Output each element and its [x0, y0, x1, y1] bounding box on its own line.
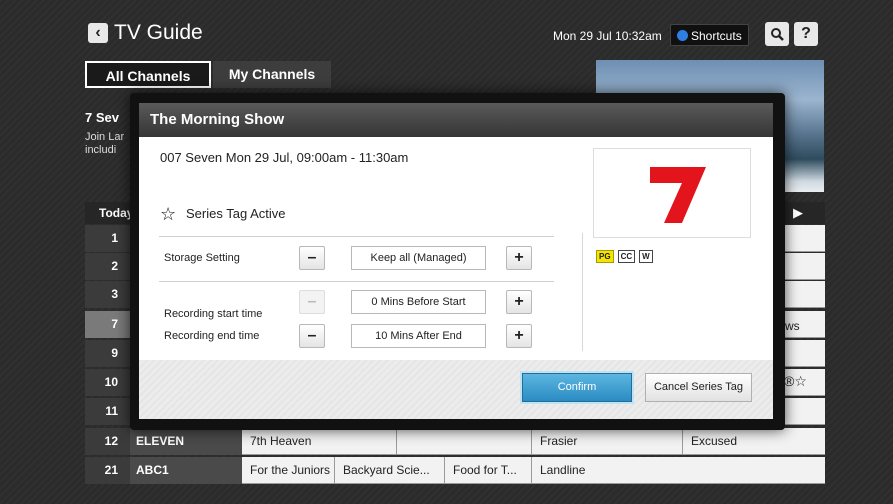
- program-cells: For the Juniors Backyard Scie... Food fo…: [242, 457, 825, 484]
- program-desc-line2: includi: [85, 144, 117, 156]
- help-icon: ?: [801, 25, 811, 42]
- ratings-row: PG CC W: [596, 246, 657, 264]
- back-button[interactable]: ‹: [88, 23, 108, 43]
- channel-number: 2: [85, 253, 130, 280]
- play-right-icon[interactable]: ▶: [793, 205, 803, 221]
- help-button[interactable]: ?: [794, 22, 818, 46]
- program-info-partial: 7 Sev Join Lar includi: [85, 110, 124, 157]
- series-tag-status: ☆ Series Tag Active: [160, 204, 285, 225]
- start-time-label: Recording start time: [164, 308, 263, 320]
- program-cell[interactable]: For the Juniors: [242, 457, 334, 483]
- pg-rating-icon: PG: [596, 250, 614, 263]
- search-button[interactable]: [765, 22, 789, 46]
- cc-icon: CC: [617, 250, 636, 263]
- broadcast-info: 007 Seven Mon 29 Jul, 09:00am - 11:30am: [160, 150, 409, 165]
- channel-number: 21: [85, 457, 130, 484]
- tab-my-channels[interactable]: My Channels: [213, 61, 331, 88]
- end-decrease-button[interactable]: –: [299, 324, 325, 348]
- channel-row[interactable]: 21 ABC1 For the Juniors Backyard Scie...…: [85, 457, 825, 484]
- end-time-value: 10 Mins After End: [351, 324, 486, 348]
- program-cell[interactable]: [396, 428, 531, 454]
- blue-dot-icon: [677, 30, 688, 41]
- channel-number: 9: [85, 340, 130, 367]
- program-cell[interactable]: Frasier: [531, 428, 682, 454]
- channel-number: 1: [85, 225, 130, 252]
- divider-vertical: [582, 233, 583, 351]
- search-icon: [771, 28, 784, 41]
- today-label: Today: [99, 206, 134, 220]
- storage-setting-label: Storage Setting: [164, 252, 240, 264]
- program-cells: 7th Heaven Frasier Excused: [242, 428, 825, 455]
- channel-logo: [593, 148, 751, 238]
- datetime: Mon 29 Jul 10:32am: [553, 29, 662, 43]
- end-time-label: Recording end time: [164, 330, 260, 342]
- storage-increase-button[interactable]: +: [506, 246, 532, 270]
- divider: [159, 281, 554, 282]
- channel-number: 11: [85, 398, 130, 425]
- cancel-series-tag-button[interactable]: Cancel Series Tag: [645, 373, 752, 402]
- channel-number: 3: [85, 281, 130, 308]
- app-title: TV Guide: [114, 21, 203, 44]
- series-tag-label: Series Tag Active: [186, 206, 286, 221]
- start-increase-button[interactable]: +: [506, 290, 532, 314]
- program-cell[interactable]: Excused: [682, 428, 825, 454]
- confirm-button[interactable]: Confirm: [522, 373, 632, 402]
- chevron-left-icon: ‹: [95, 24, 101, 41]
- start-time-value: 0 Mins Before Start: [351, 290, 486, 314]
- storage-decrease-button[interactable]: –: [299, 246, 325, 270]
- shortcuts-button[interactable]: Shortcuts: [670, 24, 749, 46]
- program-cell[interactable]: Food for T...: [444, 457, 531, 483]
- widescreen-icon: W: [639, 250, 653, 263]
- program-title-partial: ws: [785, 319, 800, 333]
- end-increase-button[interactable]: +: [506, 324, 532, 348]
- divider: [159, 236, 554, 237]
- storage-value: Keep all (Managed): [351, 246, 486, 270]
- channel-number: 10: [85, 369, 130, 396]
- program-title-partial: 7 Sev: [85, 110, 119, 125]
- series-tag-dialog: The Morning Show 007 Seven Mon 29 Jul, 0…: [139, 103, 773, 419]
- recording-icons: ®☆: [784, 373, 807, 389]
- program-cell[interactable]: Landline: [531, 457, 825, 483]
- channel-number: 7: [85, 311, 130, 338]
- seven-logo-icon: [650, 167, 706, 223]
- star-tag-icon: ☆: [160, 204, 177, 224]
- channel-row[interactable]: 12 ELEVEN 7th Heaven Frasier Excused: [85, 428, 825, 455]
- program-cell[interactable]: 7th Heaven: [242, 428, 396, 454]
- channel-name: ABC1: [130, 457, 242, 484]
- program-desc-line1: Join Lar: [85, 131, 125, 143]
- start-decrease-button[interactable]: –: [299, 290, 325, 314]
- shortcuts-label: Shortcuts: [691, 29, 742, 43]
- tab-all-channels[interactable]: All Channels: [85, 61, 211, 88]
- dialog-title: The Morning Show: [139, 103, 773, 137]
- channel-name: ELEVEN: [130, 428, 242, 455]
- program-cell[interactable]: Backyard Scie...: [334, 457, 444, 483]
- dialog-footer: Confirm Cancel Series Tag: [139, 360, 773, 419]
- channel-number: 12: [85, 428, 130, 455]
